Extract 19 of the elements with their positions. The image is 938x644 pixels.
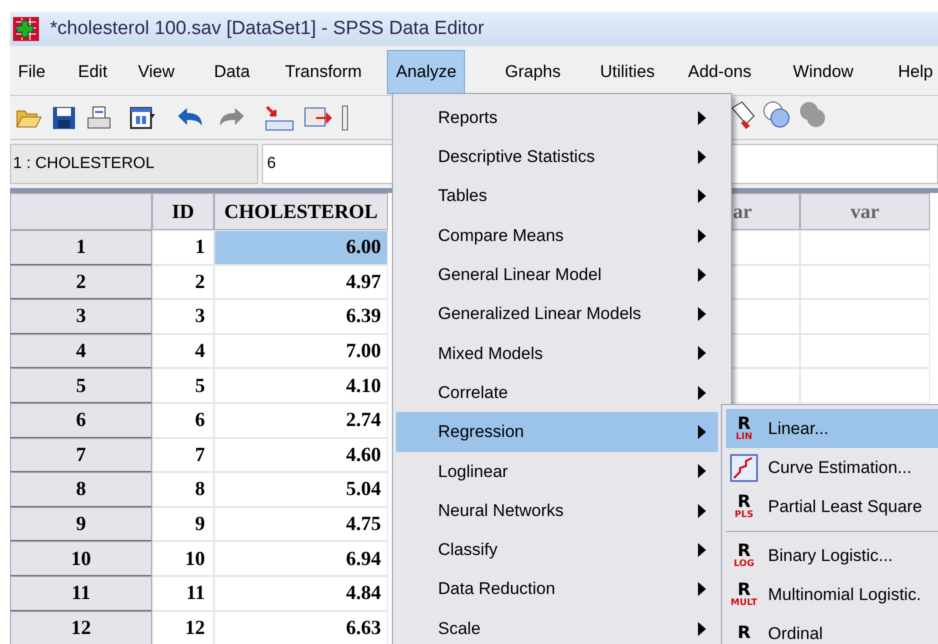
- table-cell: 12: [152, 610, 214, 644]
- regression-icon: R: [730, 625, 758, 642]
- regression-icon: R LIN: [730, 416, 758, 442]
- table-cell: 3: [152, 299, 214, 334]
- regression-icon: R PLS: [730, 494, 758, 520]
- table-cell: 5: [152, 368, 214, 403]
- table-cell: 10: [152, 541, 214, 576]
- window-title: *cholesterol 100.sav [DataSet1] - SPSS Data Editor: [50, 16, 484, 41]
- cell-reference: 1 : CHOLESTEROL: [10, 144, 258, 184]
- table-cell: 7: [152, 438, 214, 472]
- regression-icon: R MULT: [730, 582, 758, 608]
- table-cell: 6: [152, 402, 214, 438]
- table-cell: 9: [152, 506, 214, 542]
- table-cell: 1: [152, 230, 214, 265]
- table-cell: 8: [152, 472, 214, 507]
- table-cell: 11: [152, 576, 214, 611]
- table-cell: 4: [152, 334, 214, 368]
- regression-icon: R LOG: [730, 542, 758, 568]
- table-cell: 2: [152, 264, 214, 300]
